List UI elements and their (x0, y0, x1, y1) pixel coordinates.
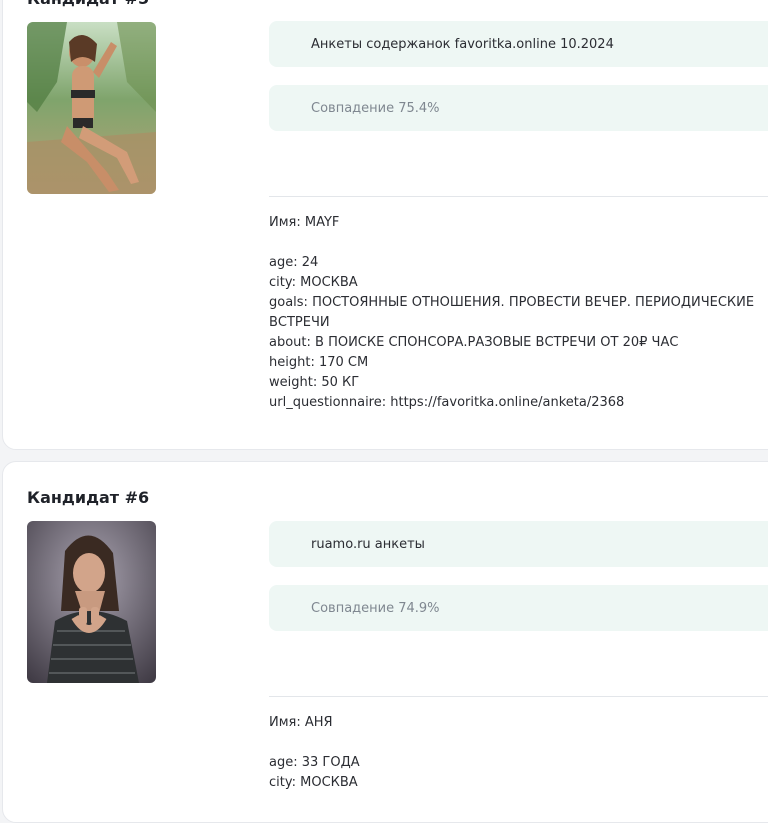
photo-image (27, 22, 156, 194)
name-line: Имя: MAYF (269, 215, 340, 230)
candidate-title: Кандидат #5 (27, 0, 149, 8)
field-age: age: 24 (269, 255, 319, 270)
candidate-card: Кандидат #6 ruamo.ru анкеты Совпадение 7… (2, 461, 768, 823)
match-percentage: Совпадение 75.4% (269, 85, 768, 131)
field-about: about: В ПОИСКЕ СПОНСОРА.РАЗОВЫЕ ВСТРЕЧИ… (269, 335, 679, 350)
photo-image (27, 521, 156, 683)
field-height: height: 170 СМ (269, 355, 369, 370)
candidate-card: Кандидат #5 Анкеты содержанок fa (2, 0, 768, 450)
candidate-photo[interactable] (27, 22, 156, 194)
field-age: age: 33 ГОДА (269, 755, 360, 770)
candidate-title: Кандидат #6 (27, 488, 150, 507)
field-weight: weight: 50 КГ (269, 375, 360, 390)
source-label: Анкеты содержанок favoritka.online 10.20… (269, 21, 768, 67)
match-percentage: Совпадение 74.9% (269, 585, 768, 631)
field-url[interactable]: url_questionnaire: https://favoritka.onl… (269, 393, 768, 413)
source-label: ruamo.ru анкеты (269, 521, 768, 567)
divider (269, 696, 768, 697)
field-city: city: МОСКВА (269, 775, 358, 790)
candidate-info: Имя: MAYF age: 24 city: МОСКВА goals: ПО… (269, 213, 768, 413)
field-city: city: МОСКВА (269, 275, 358, 290)
name-line: Имя: АНЯ (269, 715, 333, 730)
field-goals: goals: ПОСТОЯННЫЕ ОТНОШЕНИЯ. ПРОВЕСТИ ВЕ… (269, 295, 755, 330)
divider (269, 196, 768, 197)
candidate-info: Имя: АНЯ age: 33 ГОДА city: МОСКВА (269, 713, 768, 793)
candidate-photo[interactable] (27, 521, 156, 683)
